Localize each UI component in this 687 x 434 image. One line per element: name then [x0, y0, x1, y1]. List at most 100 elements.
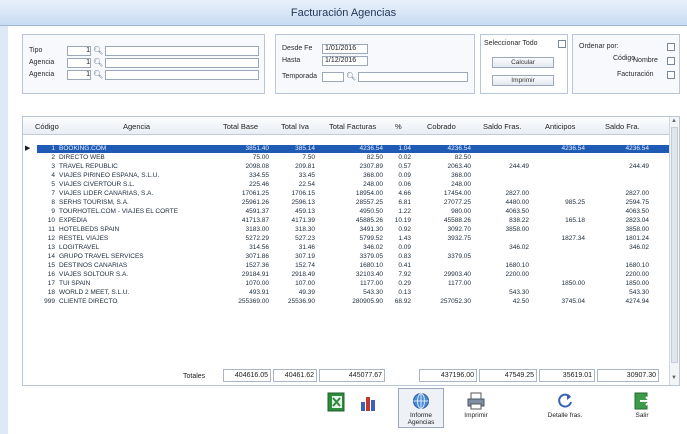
export-excel-button[interactable]: [322, 392, 350, 414]
table-row[interactable]: 3 TRAVEL REPUBLIC 2098.08 209.81 2307.89 0.57…: [37, 163, 669, 171]
agencia-hasta-label: Agencia: [29, 71, 55, 78]
table-row[interactable]: 999 CLIENTE DIRECTO 255369.00 25536.90 28090…: [37, 298, 669, 306]
agency-filter-panel: Tipo 1 🔍︎ Agencia 1 🔍︎ Agencia 1 🔍︎: [22, 34, 265, 94]
cell-saldo-fras: 543.30: [509, 289, 529, 296]
table-row[interactable]: 15 DESTINOS CANARIAS 1527.36 152.74 1680.10 0…: [37, 262, 669, 270]
cell-agencia: DESTINOS CANARIAS: [59, 262, 128, 269]
col-header-anticipos[interactable]: Anticipos: [545, 122, 575, 131]
cell-percent: 0.83: [398, 253, 411, 260]
cell-total-iva: 527.23: [295, 235, 315, 242]
table-row[interactable]: 11 HOTELBEDS SPAIN 3183.00 318.30 3491.30 0.9…: [37, 226, 669, 234]
agencia-desde-code-field[interactable]: 1: [67, 58, 91, 68]
cell-agencia: BOOKING.COM: [59, 145, 107, 152]
cell-cobrado: 27077.25: [443, 199, 471, 206]
order-name-label: Nombre: [633, 57, 658, 64]
order-code-checkbox[interactable]: [667, 43, 675, 51]
table-row[interactable]: 9 TOURHOTEL.COM - VIAJES EL CORTE 4591.37 4…: [37, 208, 669, 216]
cell-agencia: VIAJES SOLTOUR S.A.: [59, 271, 129, 278]
table-row[interactable]: 8 SERHS TOURISM, S.A. 25961.26 2596.13 28557…: [37, 199, 669, 207]
col-header-codigo[interactable]: Código: [35, 122, 59, 131]
col-header-total-base[interactable]: Total Base: [223, 122, 258, 131]
cell-total-base: 314.56: [249, 244, 269, 251]
cell-total-iva: 22.54: [298, 181, 315, 188]
cell-agencia: WORLD 2 MEET, S.L.U.: [59, 289, 130, 296]
cell-codigo: 9: [51, 208, 55, 215]
agencia-desde-name-field[interactable]: [105, 58, 259, 68]
tipo-name-field[interactable]: [105, 46, 259, 56]
total-saldo-fra-value: 30907.30: [597, 369, 659, 382]
cell-codigo: 13: [47, 244, 55, 251]
cell-saldo-fra: 543.30: [629, 289, 649, 296]
table-row[interactable]: 18 WORLD 2 MEET, S.L.U. 493.91 49.39 543.30 0…: [37, 289, 669, 297]
desde-fecha-field[interactable]: 1/01/2016: [322, 44, 368, 54]
date-filter-panel: Desde Fe 1/01/2016 Hasta 1/12/2016 Tempo…: [275, 34, 475, 94]
cell-agencia: LOGITRAVEL: [59, 244, 100, 251]
cell-saldo-fra: 1801.24: [625, 235, 650, 242]
agency-report-button[interactable]: Informe Agencias: [398, 388, 444, 428]
col-header-total-iva[interactable]: Total Iva: [281, 122, 309, 131]
billing-grid[interactable]: Código Agencia Total Base Total Iva Tota…: [22, 116, 680, 386]
order-billing-label: Facturación: [617, 71, 654, 78]
tipo-label: Tipo: [29, 47, 43, 54]
temporada-label: Temporada: [282, 73, 318, 80]
cell-total-facturas: 2307.89: [359, 163, 384, 170]
scroll-thumb[interactable]: [671, 127, 678, 363]
order-name-checkbox[interactable]: [667, 57, 675, 65]
cell-total-facturas: 1680.10: [359, 262, 384, 269]
scroll-up-icon[interactable]: ▲: [671, 118, 677, 124]
table-row[interactable]: 14 GRUPO TRAVEL SERVICES 3071.86 307.19 3379…: [37, 253, 669, 261]
hasta-fecha-field[interactable]: 1/12/2016: [322, 56, 368, 66]
cell-saldo-fra: 4236.54: [625, 145, 650, 152]
chart-button[interactable]: [354, 392, 382, 414]
temporada-search-icon[interactable]: 🔍︎: [346, 72, 356, 82]
order-panel: Ordenar por: Código Nombre Facturación: [572, 34, 680, 94]
scroll-down-icon[interactable]: ▼: [671, 375, 677, 381]
tipo-code-field[interactable]: 1: [67, 46, 91, 56]
temporada-code-field[interactable]: [322, 72, 344, 82]
grid-scrollbar[interactable]: ▲ ▼: [669, 117, 679, 385]
col-header-percent[interactable]: %: [395, 122, 402, 131]
col-header-saldo-fras[interactable]: Saldo Fras.: [483, 122, 521, 131]
table-row[interactable]: 16 VIAJES SOLTOUR S.A. 29184.91 2918.49 3210…: [37, 271, 669, 279]
table-row[interactable]: 13 LOGITRAVEL 314.56 31.46 346.02 0.09 346.02 3…: [37, 244, 669, 252]
cell-total-facturas: 18954.00: [355, 190, 383, 197]
print-button[interactable]: Imprimir: [454, 392, 498, 419]
table-row[interactable]: 12 RESTEL VIAJES 5272.29 527.23 5799.52 1.43 3…: [37, 235, 669, 243]
order-billing-checkbox[interactable]: [667, 71, 675, 79]
table-row[interactable]: 10 EXPEDIA 41713.87 4171.39 45885.26 10.19 455…: [37, 217, 669, 225]
cell-saldo-fra: 2827.00: [625, 190, 650, 197]
col-header-cobrado[interactable]: Cobrado: [427, 122, 456, 131]
cell-total-facturas: 3491.30: [359, 226, 384, 233]
agencia-desde-search-icon[interactable]: 🔍︎: [93, 58, 103, 68]
cell-percent: 68.92: [394, 298, 411, 305]
col-header-agencia[interactable]: Agencia: [123, 122, 150, 131]
exit-button[interactable]: Salir: [624, 392, 660, 419]
table-row[interactable]: 2 DIRECTO WEB 75.00 7.50 82.50 0.02 82.50: [37, 154, 669, 162]
cell-saldo-fras: 42.50: [512, 298, 529, 305]
cell-total-facturas: 4950.50: [359, 208, 384, 215]
col-header-saldo-fra[interactable]: Saldo Fra.: [605, 122, 640, 131]
cell-agencia: TRAVEL REPUBLIC: [59, 163, 118, 170]
agencia-hasta-code-field[interactable]: 1: [67, 70, 91, 80]
invoice-detail-button[interactable]: Detalle fras.: [540, 392, 590, 419]
cell-total-facturas: 280905.90: [352, 298, 383, 305]
cell-cobrado: 17454.00: [443, 190, 471, 197]
agencia-hasta-name-field[interactable]: [105, 70, 259, 80]
cell-total-base: 29184.91: [241, 271, 269, 278]
cell-codigo: 17: [47, 280, 55, 287]
table-row[interactable]: 7 VIAJES LIDER CANARIAS, S.A. 17061.25 1706…: [37, 190, 669, 198]
total-cobrado-value: 437196.00: [419, 369, 477, 382]
current-row-indicator: ▶: [25, 145, 31, 152]
cell-agencia: TOURHOTEL.COM - VIAJES EL CORTE: [59, 208, 179, 215]
col-header-total-facturas[interactable]: Total Facturas: [329, 122, 376, 131]
table-row[interactable]: 4 VIAJES PIRINEO ESPAÑA, S.L.U. 334.55 33.4…: [37, 172, 669, 180]
cell-percent: 0.09: [398, 172, 411, 179]
agencia-hasta-search-icon[interactable]: 🔍︎: [93, 70, 103, 80]
cell-total-iva: 31.46: [298, 244, 315, 251]
table-row[interactable]: 17 TUI SPAIN 1070.00 107.00 1177.00 0.29 1177.…: [37, 280, 669, 288]
table-row[interactable]: 1 BOOKING.COM 3851.40 385.14 4236.54 1.04 4236…: [37, 145, 669, 153]
table-row[interactable]: 5 VIAJES CIVERTOUR S.L. 225.46 22.54 248.00 0…: [37, 181, 669, 189]
temporada-name-field[interactable]: [358, 72, 468, 82]
tipo-search-icon[interactable]: 🔍︎: [93, 46, 103, 56]
cell-percent: 10.19: [394, 217, 411, 224]
